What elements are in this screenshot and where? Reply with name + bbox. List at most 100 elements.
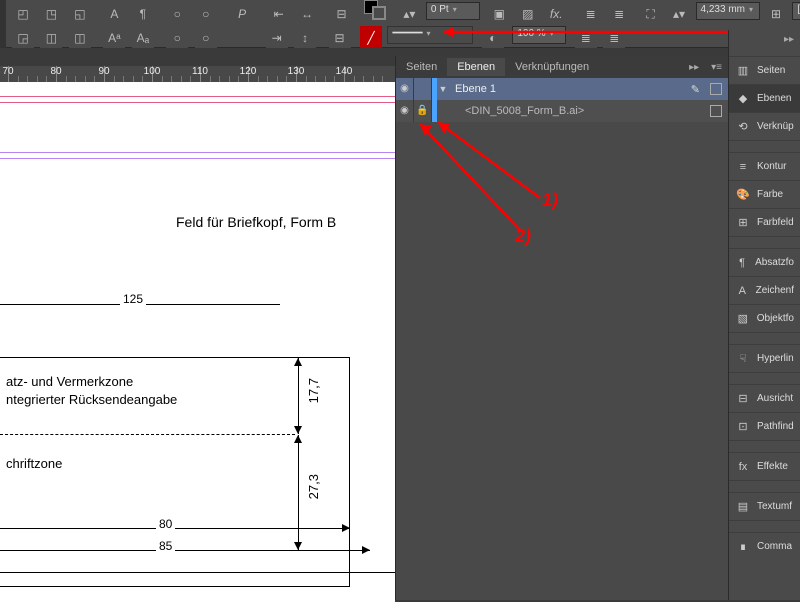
sidebar-label: Ebenen — [757, 93, 791, 104]
subscript-icon[interactable]: Aₐ — [132, 26, 154, 48]
sidebar-label: Comma — [757, 541, 792, 552]
disclosure-triangle-icon[interactable]: ▼ — [437, 84, 449, 94]
fill-stroke-swap[interactable] — [364, 0, 390, 22]
distribute-icon[interactable]: ⊟ — [331, 2, 353, 24]
para-panel-icon[interactable]: ¶ — [132, 2, 154, 24]
annotation-label: 2) — [515, 226, 531, 247]
sidebar-farbe[interactable]: 🎨 Farbe — [729, 180, 800, 208]
sidebar-kontur[interactable]: ≡ Kontur — [729, 152, 800, 180]
sidebar-ebenen[interactable]: ◆Ebenen — [729, 84, 800, 112]
zone-text: chriftzone — [6, 456, 62, 471]
lock-toggle-icon[interactable]: 🔒 — [414, 100, 432, 122]
effects-icon[interactable]: fx. — [545, 2, 567, 24]
edit-layer-icon[interactable]: ✎ — [691, 83, 700, 96]
paragraph-style-icon[interactable]: P — [229, 2, 255, 24]
sidebar-label: Kontur — [757, 161, 786, 172]
text-wrap-icon[interactable]: ▣ — [488, 2, 510, 24]
align-just-icon[interactable]: ≣ — [603, 26, 625, 48]
panel-tabs: Seiten Ebenen Verknüpfungen ▸▸ ▾≡ — [396, 56, 728, 78]
visibility-toggle-icon[interactable]: ◉ — [396, 100, 414, 122]
sidebar-label: Zeichenf — [756, 285, 794, 296]
sidebar-label: Hyperlin — [757, 353, 794, 364]
horizontal-ruler[interactable]: 708090100110120130140 — [0, 66, 395, 82]
sidebar-seiten[interactable]: ▥Seiten — [729, 56, 800, 84]
object-style-field[interactable]: [Einfacher Grafikrahmen]+ — [792, 2, 800, 20]
sidebar-seiten-icon: ▥ — [735, 63, 751, 79]
stroke-weight-field[interactable]: 0 Pt — [426, 2, 480, 20]
arrowhead-icon — [362, 546, 370, 554]
frame-fit-icon[interactable]: ⊞ — [765, 2, 787, 24]
sidebar-ausrichten-icon: ⊟ — [735, 391, 751, 407]
align-hl-icon[interactable]: ⇤ — [268, 2, 290, 24]
visibility-toggle-icon[interactable]: ◉ — [396, 78, 414, 100]
anchor-tr-icon[interactable]: ◳ — [40, 2, 62, 24]
align-mid-icon[interactable]: ≣ — [608, 2, 630, 24]
sidebar-farbe-icon: 🎨 — [735, 187, 751, 203]
sidebar-command[interactable]: ∎Comma — [729, 532, 800, 560]
align-vc-icon[interactable]: ↕ — [294, 26, 316, 48]
sidebar-objektformate[interactable]: ▧Objektfo — [729, 304, 800, 332]
document-canvas[interactable]: Feld für Briefkopf, Form B 125 atz- und … — [0, 82, 395, 600]
layer-row-main[interactable]: ◉ ▼ Ebene 1 ✎ — [396, 78, 728, 100]
sidebar-hyperlinks[interactable]: ☟Hyperlin — [729, 344, 800, 372]
none-swatch-icon[interactable]: ╱ — [360, 26, 382, 48]
panel-collapse-icon[interactable]: ▸▸ — [683, 62, 705, 73]
layer-row-child[interactable]: ◉ 🔒 <DIN_5008_Form_B.ai> — [396, 100, 728, 122]
stroke-weight-stepper[interactable]: ▴▾ — [398, 2, 420, 24]
sidebar-farbfelder[interactable]: ⊞Farbfeld — [729, 208, 800, 236]
sidebar-textumfluss[interactable]: ▤Textumf — [729, 492, 800, 520]
tab-verknuepfungen[interactable]: Verknüpfungen — [505, 58, 599, 76]
sidebar-verknuepfungen[interactable]: ⟲Verknüp — [729, 112, 800, 140]
corner-1-icon[interactable]: ○ — [166, 2, 188, 24]
measure-stepper[interactable]: ▴▾ — [668, 2, 690, 24]
dimension-label: 17,7 — [306, 378, 321, 403]
opacity-icon[interactable]: ◐ — [482, 26, 504, 48]
corner-4-icon[interactable]: ○ — [195, 26, 217, 48]
anchor-br-icon[interactable]: ◲ — [12, 26, 34, 48]
guide-line — [0, 102, 395, 103]
page: Feld für Briefkopf, Form B 125 atz- und … — [0, 82, 395, 602]
layer-name[interactable]: Ebene 1 — [449, 83, 710, 95]
superscript-icon[interactable]: Aᵃ — [103, 26, 125, 48]
dock-collapse-icon[interactable]: ▸▸ — [784, 34, 794, 45]
crop-icon[interactable]: ⛶ — [640, 2, 662, 24]
align-hc-icon[interactable]: ↔ — [296, 2, 318, 24]
distribute-2-icon[interactable]: ⊟ — [329, 26, 351, 48]
dimension-label: 27,3 — [306, 474, 321, 499]
sidebar-label: Farbfeld — [757, 217, 794, 228]
align-top-icon[interactable]: ≣ — [580, 2, 602, 24]
sidebar-kontur-icon: ≡ — [735, 159, 751, 175]
lock-toggle-icon[interactable] — [414, 78, 432, 100]
char-panel-icon[interactable]: A — [103, 2, 125, 24]
tab-ebenen[interactable]: Ebenen — [447, 58, 505, 76]
layer-select-proxy[interactable] — [710, 83, 722, 95]
sidebar-ausrichten[interactable]: ⊟Ausricht — [729, 384, 800, 412]
arrowhead-icon — [294, 435, 302, 443]
anchor-c-icon[interactable]: ◫ — [40, 26, 62, 48]
align-hr-icon[interactable]: ⇥ — [266, 26, 288, 48]
anchor-x-icon[interactable]: ◫ — [69, 26, 91, 48]
layer-color-icon — [432, 100, 437, 122]
corner-3-icon[interactable]: ○ — [166, 26, 188, 48]
sidebar-label: Farbe — [757, 189, 783, 200]
dimension-label: 85 — [156, 539, 175, 553]
sidebar-absatzformate[interactable]: ¶Absatzfo — [729, 248, 800, 276]
align-bot-icon[interactable]: ≣ — [575, 26, 597, 48]
drop-shadow-icon[interactable]: ▨ — [517, 2, 539, 24]
measure-field[interactable]: 4,233 mm — [696, 2, 760, 20]
arrowhead-icon — [294, 542, 302, 550]
panel-menu-icon[interactable]: ▾≡ — [705, 62, 728, 73]
anchor-tl-icon[interactable]: ◰ — [12, 2, 34, 24]
sidebar-zeichenformate[interactable]: AZeichenf — [729, 276, 800, 304]
anchor-bl-icon[interactable]: ◱ — [69, 2, 91, 24]
layer-name[interactable]: <DIN_5008_Form_B.ai> — [459, 105, 710, 117]
sidebar-pathfinder[interactable]: ⊡Pathfind — [729, 412, 800, 440]
arrowhead-icon — [342, 524, 350, 532]
stroke-style-field[interactable]: ━━━━━ — [387, 26, 473, 44]
layer-select-proxy[interactable] — [710, 105, 722, 117]
sidebar-effekte-icon: fx — [735, 459, 751, 475]
corner-2-icon[interactable]: ○ — [195, 2, 217, 24]
zoom-field[interactable]: 100 % — [512, 26, 566, 44]
tab-seiten[interactable]: Seiten — [396, 58, 447, 76]
sidebar-effekte[interactable]: fxEffekte — [729, 452, 800, 480]
